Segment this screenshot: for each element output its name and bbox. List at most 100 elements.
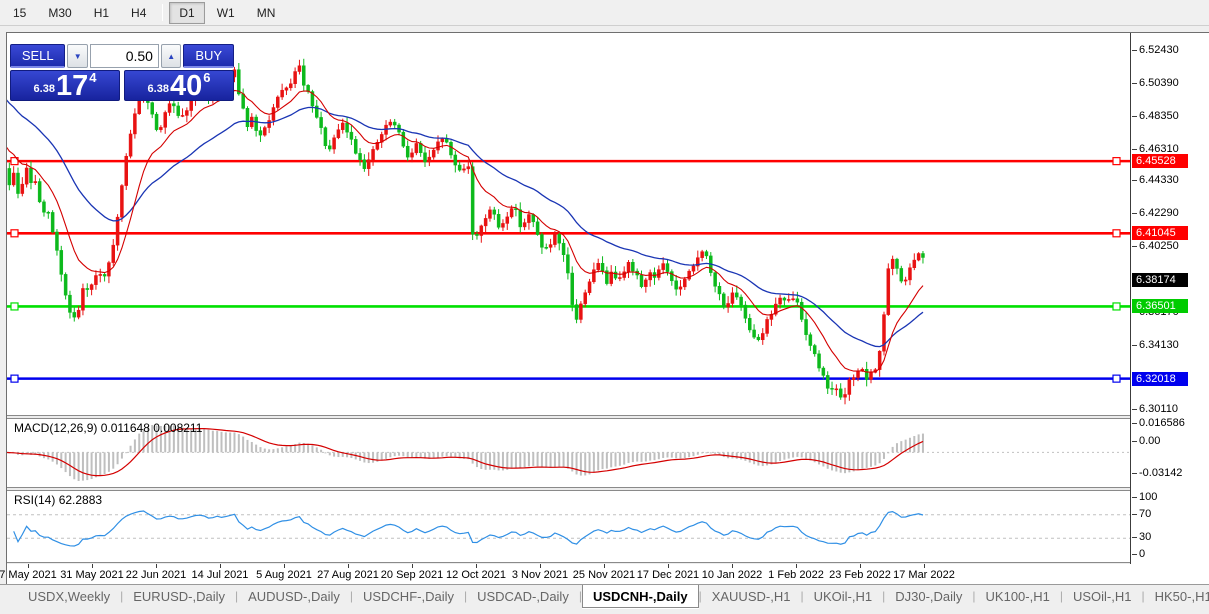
price-axis-label: 6.34130 — [1139, 339, 1179, 351]
rsi-axis-label: 30 — [1139, 531, 1151, 543]
chart-tab-audusd-daily[interactable]: AUDUSD-,Daily — [238, 586, 350, 607]
candle — [826, 371, 829, 394]
rsi-axis-label: 70 — [1139, 508, 1151, 520]
chart-tab-usdx-weekly[interactable]: USDX,Weekly — [18, 586, 120, 607]
candle — [878, 350, 881, 377]
candle — [255, 115, 258, 137]
chart-tab-hk50-h1[interactable]: HK50-,H1 — [1145, 586, 1209, 607]
candle — [328, 140, 331, 152]
price-axis-label: 6.46310 — [1139, 143, 1179, 155]
candle — [718, 282, 721, 300]
candle — [887, 263, 890, 315]
candle — [402, 129, 405, 148]
chart-tab-usoil-h1[interactable]: USOil-,H1 — [1063, 586, 1142, 607]
price-axis-label: 6.48350 — [1139, 110, 1179, 122]
candle — [372, 146, 375, 166]
candle — [480, 225, 483, 243]
price-axis[interactable]: 6.524306.503906.483506.463106.443306.422… — [1130, 33, 1209, 564]
chart-tab-xauusd-h1[interactable]: XAUUSD-,H1 — [702, 586, 801, 607]
chart-tab-uk100-h1[interactable]: UK100-,H1 — [976, 586, 1060, 607]
timeframe-button-h4[interactable]: H4 — [121, 2, 156, 24]
candle — [155, 112, 158, 131]
candle — [133, 108, 136, 138]
candle — [501, 219, 504, 231]
volume-increase-button[interactable]: ▲ — [161, 44, 181, 68]
candle — [575, 299, 578, 323]
date-axis[interactable]: 7 May 202131 May 202122 Jun 202114 Jul 2… — [7, 564, 1209, 584]
candle — [536, 217, 539, 235]
timeframe-button-15[interactable]: 15 — [3, 2, 36, 24]
date-tick — [220, 564, 221, 568]
candle — [610, 265, 613, 286]
candle — [333, 135, 336, 154]
candle — [744, 301, 747, 323]
price-axis-label: 6.30110 — [1139, 403, 1178, 415]
candle — [766, 317, 769, 337]
buy-button[interactable]: BUY — [183, 44, 234, 68]
candle — [566, 247, 569, 279]
candle — [588, 279, 591, 295]
candle — [484, 214, 487, 232]
line-anchor-handle — [1113, 230, 1120, 237]
candle — [315, 100, 318, 119]
candle — [488, 206, 491, 221]
rsi-panel[interactable] — [7, 491, 1130, 562]
macd-axis-label: -0.03142 — [1139, 467, 1182, 479]
timeframe-button-w1[interactable]: W1 — [207, 2, 245, 24]
chart-tab-usdchf-daily[interactable]: USDCHF-,Daily — [353, 586, 464, 607]
date-tick — [604, 564, 605, 568]
candle — [579, 301, 582, 323]
chart-tab-eurusd-daily[interactable]: EURUSD-,Daily — [123, 586, 235, 607]
one-click-trading-widget: SELL ▼ ▲ BUY 6.38 17 4 6.38 40 6 — [10, 44, 234, 101]
rsi-label: RSI(14) 62.2883 — [14, 493, 102, 507]
candle — [636, 268, 639, 279]
chart-tab-usdcad-daily[interactable]: USDCAD-,Daily — [467, 586, 579, 607]
macd-axis-label: 0.00 — [1139, 435, 1160, 447]
candle — [696, 251, 699, 271]
sell-price-panel[interactable]: 6.38 17 4 — [10, 70, 120, 101]
chart-tab-usdcnh-daily[interactable]: USDCNH-,Daily — [582, 585, 699, 608]
sell-price-big: 17 — [56, 73, 88, 99]
candle — [51, 210, 54, 233]
candle — [545, 244, 548, 250]
chart-tab-ukoil-h1[interactable]: UKOil-,H1 — [804, 586, 883, 607]
candle — [839, 383, 842, 400]
price-axis-label: 6.52430 — [1139, 44, 1179, 56]
candle — [120, 184, 123, 222]
sell-button[interactable]: SELL — [10, 44, 65, 68]
timeframe-button-mn[interactable]: MN — [247, 2, 286, 24]
buy-price-panel[interactable]: 6.38 40 6 — [124, 70, 234, 101]
candle — [449, 140, 452, 158]
volume-input[interactable] — [90, 44, 159, 68]
candle — [882, 312, 885, 356]
date-tick — [540, 564, 541, 568]
candle — [458, 161, 461, 171]
candle — [103, 272, 106, 282]
candle — [432, 148, 435, 159]
timeframe-button-m30[interactable]: M30 — [38, 2, 81, 24]
chart-tab-dj30-daily[interactable]: DJ30-,Daily — [885, 586, 972, 607]
candle — [367, 152, 370, 176]
candle — [809, 332, 812, 350]
volume-decrease-button[interactable]: ▼ — [67, 44, 87, 68]
candle — [94, 270, 97, 289]
candle — [320, 112, 323, 135]
candle — [800, 298, 803, 322]
candle — [506, 212, 509, 230]
candle — [263, 126, 266, 137]
date-tick — [668, 564, 669, 568]
candle — [757, 334, 760, 341]
candle — [813, 344, 816, 357]
candle — [657, 265, 660, 280]
candle — [406, 141, 409, 162]
timeframe-button-h1[interactable]: H1 — [84, 2, 119, 24]
rsi-axis-label: 0 — [1139, 548, 1145, 560]
timeframe-button-d1[interactable]: D1 — [169, 2, 204, 24]
candle — [25, 163, 28, 188]
buy-price-small: 6.38 — [148, 83, 169, 95]
line-anchor-handle — [1113, 158, 1120, 165]
candle — [73, 307, 76, 321]
candle — [462, 164, 465, 173]
chevron-down-icon: ▼ — [74, 52, 82, 61]
candle — [177, 102, 180, 118]
